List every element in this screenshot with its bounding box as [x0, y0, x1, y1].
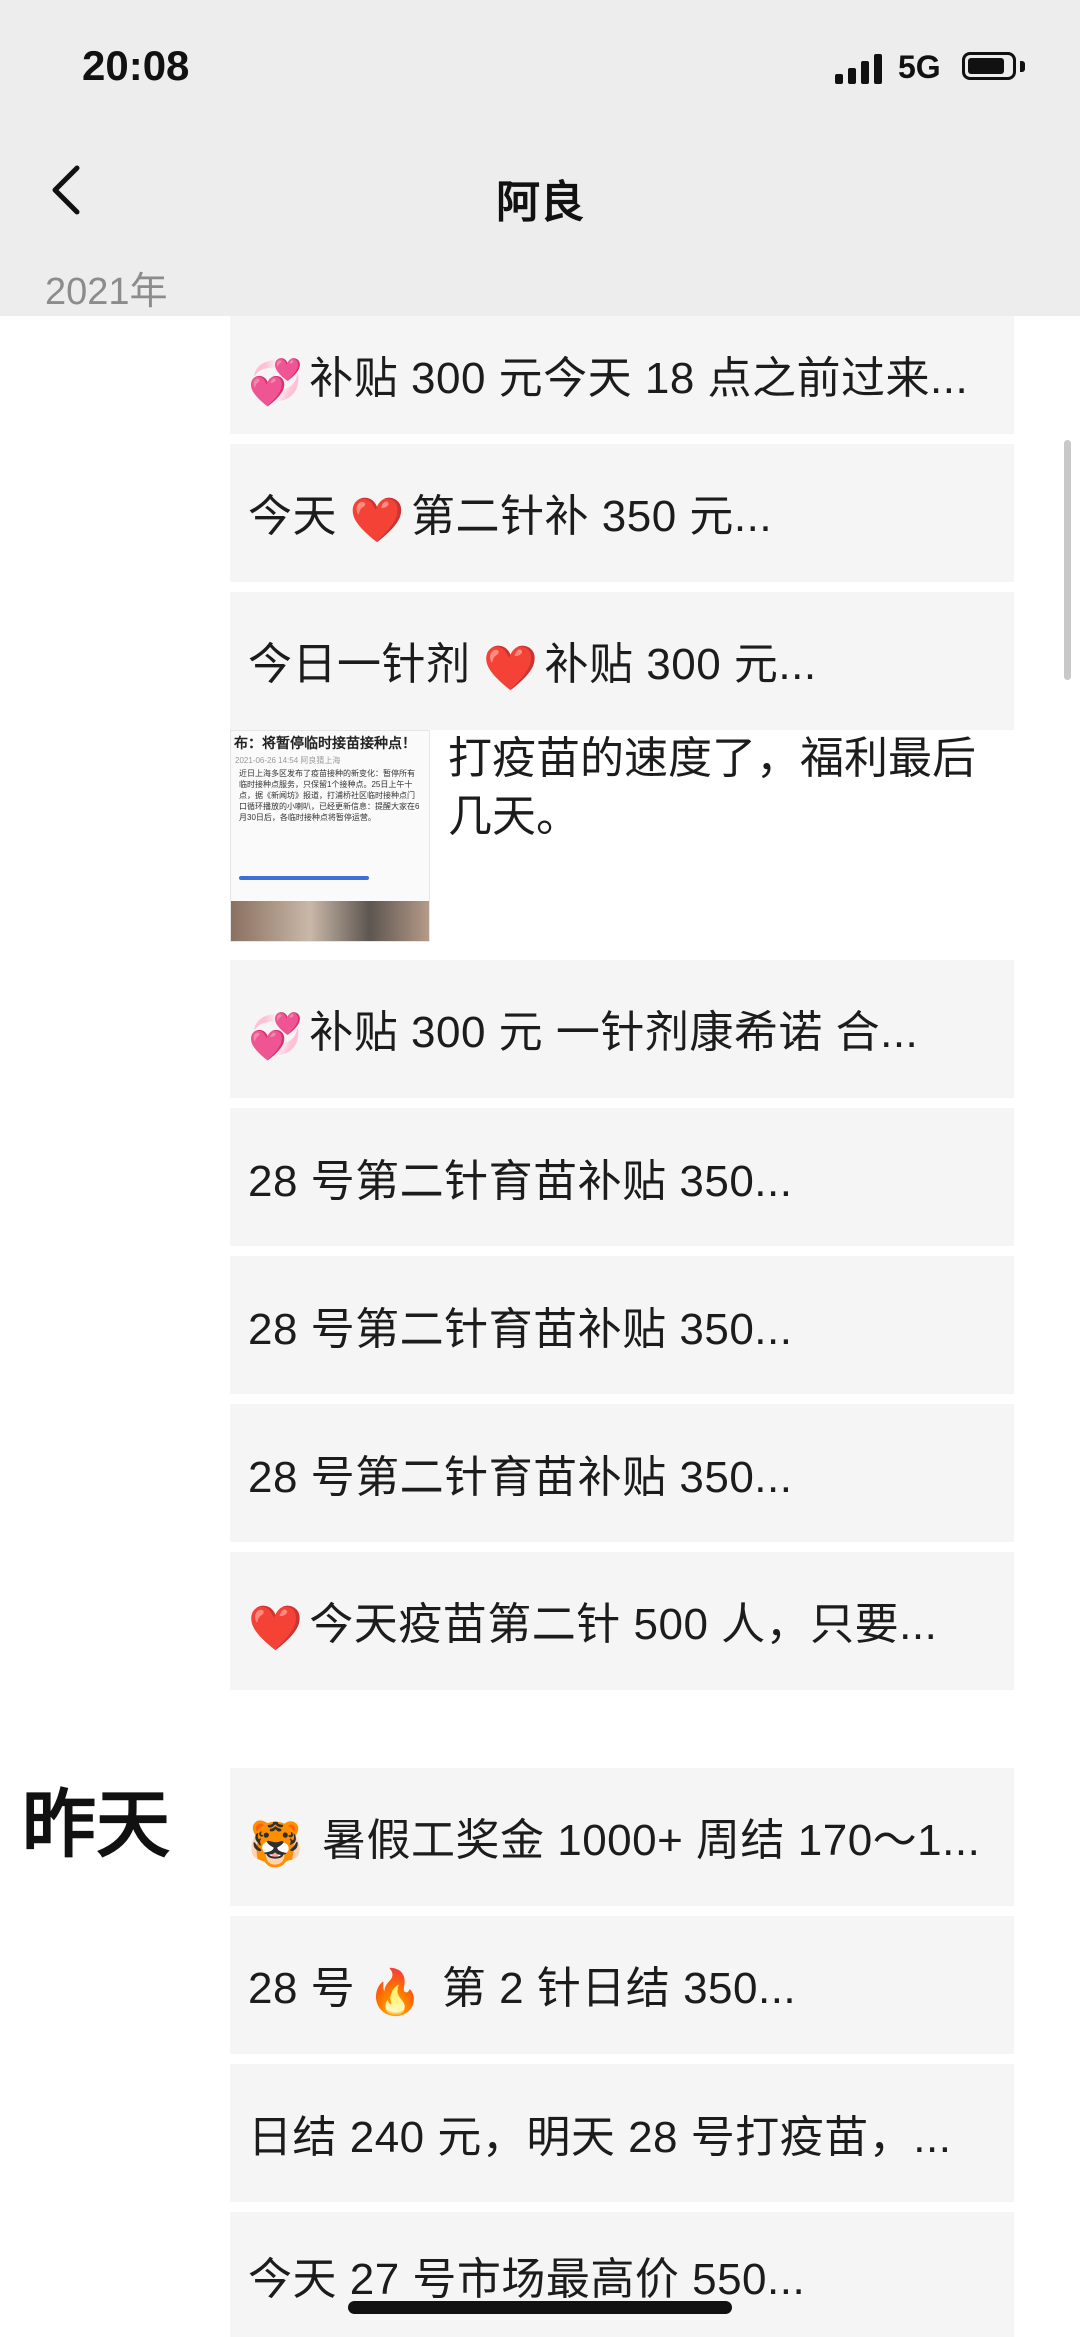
- post-text: 28 号 🔥 第 2 针日结 350...: [248, 1964, 797, 2017]
- post-item-with-image[interactable]: 布：将暂停临时接苗接种点！ 2021-06-26 14:54 阿良猜上海 近日上…: [230, 730, 1014, 952]
- moments-feed[interactable]: 💞 补贴 300 元今天 18 点之前过来... 今天 ❤️ 第二针补 350 元.…: [0, 316, 1080, 2337]
- two-hearts-icon: 💞: [248, 1011, 304, 1061]
- date-label-yesterday: 昨天: [22, 1783, 170, 1866]
- post-text: 打疫苗的速度了，福利最后几天。: [448, 734, 976, 841]
- post-text: 28 号第二针育苗补贴 350...: [248, 1453, 793, 1502]
- fire-icon: 🔥: [367, 1967, 424, 2017]
- post-text: 今日一针剂 ❤️ 补贴 300 元...: [248, 640, 817, 693]
- post-item[interactable]: 28 号第二针育苗补贴 350...: [230, 1108, 1014, 1246]
- status-bar: 20:08 5G: [0, 0, 1080, 130]
- battery-icon: [962, 52, 1016, 80]
- post-text: 🐯 暑假工奖金 1000+ 周结 170～1...: [248, 1816, 981, 1869]
- post-item[interactable]: 28 号第二针育苗补贴 350...: [230, 1404, 1014, 1542]
- post-item[interactable]: 今天 ❤️ 第二针补 350 元...: [230, 444, 1014, 582]
- post-item[interactable]: 💞 补贴 300 元 一针剂康希诺 合...: [230, 960, 1014, 1098]
- post-text: ❤️ 今天疫苗第二针 500 人，只要...: [248, 1600, 938, 1653]
- post-item[interactable]: 28 号第二针育苗补贴 350...: [230, 1256, 1014, 1394]
- heart-icon: ❤️: [248, 1603, 304, 1653]
- post-text: 💞 补贴 300 元今天 18 点之前过来...: [248, 354, 969, 407]
- year-header: 2021年: [0, 252, 1080, 316]
- tiger-icon: 🐯: [248, 1819, 304, 1869]
- scrollbar[interactable]: [1064, 440, 1071, 680]
- post-text: 今天 ❤️ 第二针补 350 元...: [248, 492, 773, 545]
- post-item[interactable]: 28 号 🔥 第 2 针日结 350...: [230, 1916, 1014, 2054]
- status-time: 20:08: [82, 42, 190, 89]
- heart-icon: ❤️: [349, 495, 406, 545]
- post-text: 日结 240 元，明天 28 号打疫苗，...: [248, 2113, 952, 2162]
- post-item[interactable]: 🐯 暑假工奖金 1000+ 周结 170～1...: [230, 1768, 1014, 1906]
- nav-bar: 阿良: [0, 130, 1080, 253]
- post-item[interactable]: 日结 240 元，明天 28 号打疫苗，...: [230, 2064, 1014, 2202]
- battery-tip: [1020, 61, 1025, 72]
- heart-icon: ❤️: [483, 643, 539, 693]
- post-item[interactable]: 💞 补贴 300 元今天 18 点之前过来...: [230, 316, 1014, 434]
- two-hearts-icon: 💞: [248, 357, 304, 407]
- thumbnail-photo: [231, 901, 429, 941]
- year-label: 2021年: [45, 271, 168, 313]
- post-item[interactable]: 今天 27 号市场最高价 550...: [230, 2212, 1014, 2337]
- post-text: 28 号第二针育苗补贴 350...: [248, 1157, 793, 1206]
- post-text: 今天 27 号市场最高价 550...: [248, 2254, 806, 2304]
- post-text: 💞 补贴 300 元 一针剂康希诺 合...: [248, 1008, 919, 1061]
- post-item[interactable]: ❤️ 今天疫苗第二针 500 人，只要...: [230, 1552, 1014, 1690]
- network-type: 5G: [898, 49, 941, 85]
- post-text: 28 号第二针育苗补贴 350...: [248, 1305, 793, 1354]
- home-indicator[interactable]: [348, 2301, 732, 2314]
- post-thumbnail[interactable]: 布：将暂停临时接苗接种点！ 2021-06-26 14:54 阿良猜上海 近日上…: [230, 730, 430, 942]
- signal-icon: [835, 54, 883, 84]
- post-item[interactable]: 今日一针剂 ❤️ 补贴 300 元...: [230, 592, 1014, 730]
- page-title: 阿良: [496, 178, 584, 227]
